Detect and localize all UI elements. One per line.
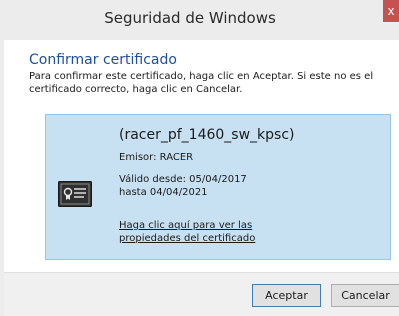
close-button[interactable]: x	[383, 0, 399, 22]
certificate-properties-link[interactable]: Haga clic aquí para ver las propiedades …	[119, 219, 269, 245]
button-bar: Aceptar Cancelar	[4, 272, 399, 316]
dialog-content: Confirmar certificado Para confirmar est…	[4, 40, 399, 272]
certificate-validity: Válido desde: 05/04/2017 hasta 04/04/202…	[119, 174, 247, 198]
certificate-name: (racer_pf_1460_sw_kpsc)	[119, 127, 295, 143]
certificate-tile[interactable]: (racer_pf_1460_sw_kpsc) Emisor: RACER Vá…	[45, 114, 391, 260]
certificate-icon	[58, 181, 92, 207]
window-title: Seguridad de Windows	[104, 9, 276, 27]
accept-button[interactable]: Aceptar	[252, 284, 321, 307]
dialog-heading: Confirmar certificado	[29, 52, 177, 68]
cancel-button[interactable]: Cancelar	[331, 284, 399, 307]
security-dialog: Seguridad de Windows x Confirmar certifi…	[0, 0, 399, 316]
dialog-instructions: Para confirmar este certificado, haga cl…	[29, 71, 374, 95]
title-bar: Seguridad de Windows x	[0, 0, 399, 40]
certificate-issuer: Emisor: RACER	[119, 152, 194, 163]
